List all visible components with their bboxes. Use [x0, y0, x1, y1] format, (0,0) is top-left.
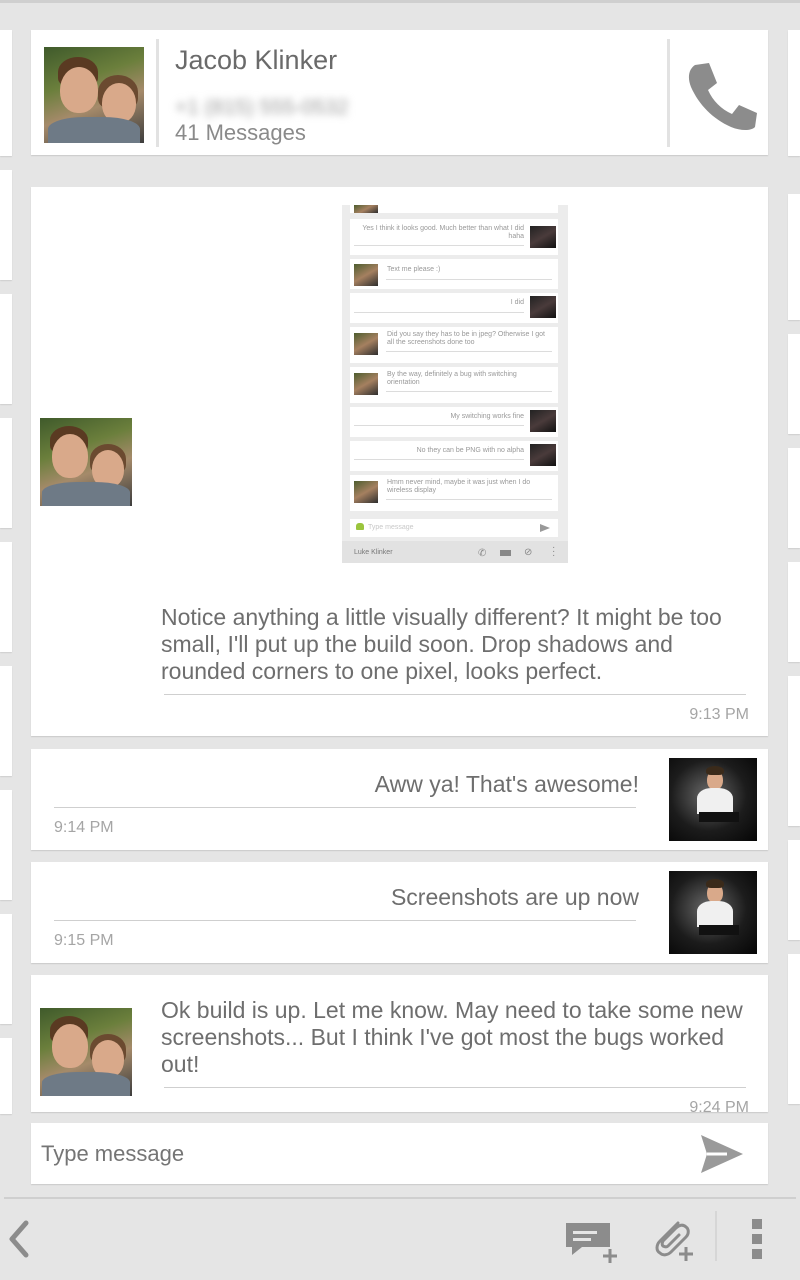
send-icon: [701, 1135, 743, 1173]
overflow-menu-icon: [752, 1219, 762, 1259]
bottom-bar-divider: [715, 1211, 717, 1261]
contact-header: Jacob Klinker +1 (815) 555-0532 41 Messa…: [31, 30, 768, 155]
message-text: Notice anything a little visually differ…: [161, 604, 722, 684]
top-edge: [0, 0, 800, 3]
bottom-bar: [0, 1197, 800, 1280]
back-arrow-icon: [9, 1220, 29, 1258]
attach-button[interactable]: [648, 1215, 698, 1265]
message-text: Aww ya! That's awesome!: [374, 771, 639, 797]
message-time: 9:14 PM: [54, 819, 114, 836]
message-rule: [164, 694, 746, 695]
sender-avatar: [40, 1008, 132, 1096]
send-button[interactable]: [697, 1131, 747, 1177]
message-rule: [164, 1087, 746, 1088]
header-divider-left: [156, 39, 159, 147]
own-avatar: [669, 758, 757, 841]
message-rule: [54, 807, 636, 808]
overflow-menu-button[interactable]: [742, 1217, 772, 1261]
new-message-button[interactable]: [562, 1219, 622, 1265]
message-card-received: Ok build is up. Let me know. May need to…: [31, 975, 768, 1112]
phone-icon: [688, 63, 757, 130]
message-count: 41 Messages: [175, 120, 306, 145]
composer: [31, 1123, 768, 1184]
message-text: Screenshots are up now: [390, 884, 639, 910]
contact-phone: +1 (815) 555-0532: [175, 96, 349, 119]
message-time: 9:13 PM: [689, 706, 749, 723]
attach-icon: [655, 1221, 693, 1261]
message-rule: [54, 920, 636, 921]
attached-screenshot[interactable]: Yes I think it looks good. Much better t…: [342, 205, 568, 563]
message-card-sent: Aww ya! That's awesome! 9:14 PM: [31, 749, 768, 850]
new-message-icon: [566, 1223, 617, 1263]
message-time: 9:15 PM: [54, 932, 114, 949]
contact-avatar[interactable]: [44, 47, 144, 143]
call-button[interactable]: [681, 55, 761, 135]
own-avatar: [669, 871, 757, 954]
message-card-sent: Screenshots are up now 9:15 PM: [31, 862, 768, 963]
header-divider-right: [667, 39, 670, 147]
back-button[interactable]: [4, 1217, 34, 1261]
contact-name: Jacob Klinker: [175, 45, 338, 75]
message-text: Ok build is up. Let me know. May need to…: [161, 997, 743, 1077]
message-input[interactable]: [39, 1133, 683, 1175]
message-time: 9:24 PM: [689, 1099, 749, 1112]
sender-avatar: [40, 418, 132, 506]
